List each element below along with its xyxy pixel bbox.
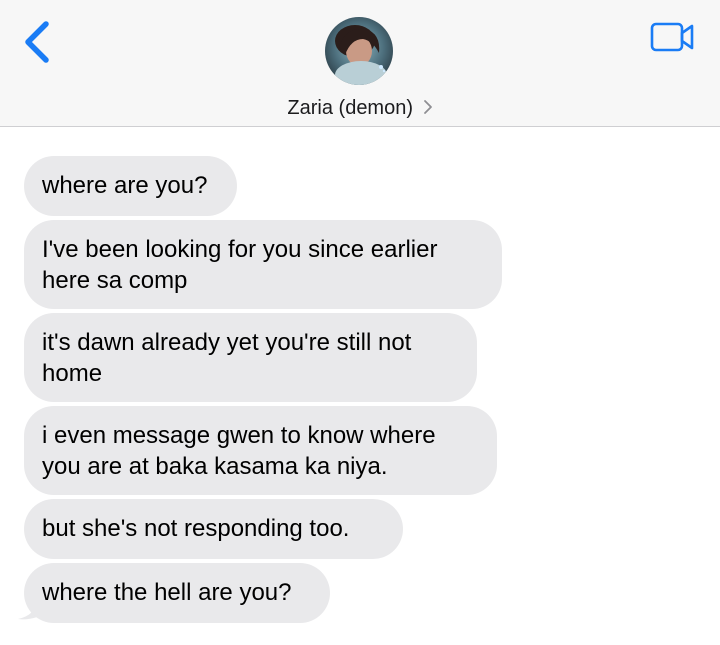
message-bubble[interactable]: but she's not responding too. [24, 499, 403, 559]
avatar-photo [325, 17, 393, 85]
back-button[interactable] [18, 20, 58, 64]
message-bubble[interactable]: where are you? [24, 156, 237, 216]
conversation-header: Zaria (demon) [0, 0, 720, 127]
message-text: but she's not responding too. [42, 515, 350, 542]
message-text: I've been looking for you since earlier … [42, 236, 438, 294]
contact-name-button[interactable]: Zaria (demon) [0, 96, 720, 120]
message-text: it's dawn already yet you're still not h… [42, 329, 412, 387]
message-bubble[interactable]: where the hell are you? [24, 563, 330, 623]
chevron-right-icon [423, 100, 432, 115]
message-bubble[interactable]: I've been looking for you since earlier … [24, 220, 502, 309]
message-text: i even message gwen to know where you ar… [42, 422, 436, 480]
chevron-left-icon [25, 21, 49, 63]
contact-avatar[interactable] [325, 17, 393, 85]
message-text: where are you? [42, 172, 208, 199]
message-text: where the hell are you? [42, 579, 292, 606]
message-bubble[interactable]: it's dawn already yet you're still not h… [24, 313, 477, 402]
message-bubble[interactable]: i even message gwen to know where you ar… [24, 406, 497, 495]
video-camera-icon [650, 22, 694, 52]
contact-name: Zaria (demon) [287, 97, 414, 119]
video-call-button[interactable] [648, 20, 698, 56]
